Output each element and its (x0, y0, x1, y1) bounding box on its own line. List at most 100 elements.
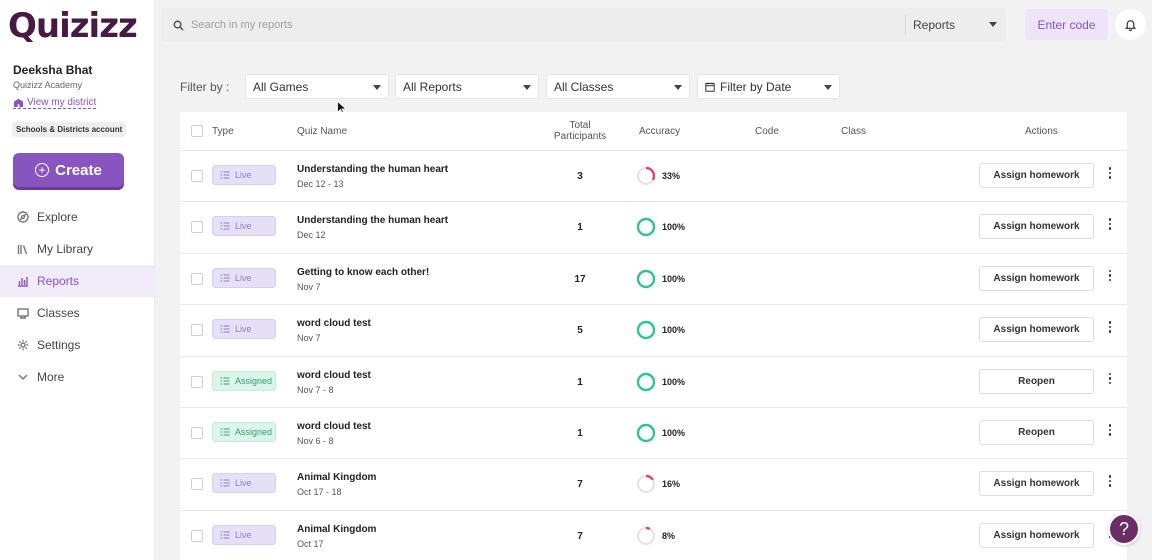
user-organization: Quizizz Academy (13, 80, 83, 90)
accuracy-value: 100% (662, 376, 686, 387)
sidebar-item-classes[interactable]: Classes (0, 297, 155, 329)
create-label: Create (55, 161, 102, 179)
games-filter-dropdown[interactable]: All Games (245, 74, 389, 99)
quiz-name-link[interactable]: Getting to know each other! (297, 267, 429, 278)
accuracy-ring-fill (636, 218, 656, 237)
select-all-checkbox[interactable] (191, 125, 203, 137)
more-options-icon[interactable] (1105, 422, 1115, 438)
quiz-date: Nov 6 - 8 (297, 436, 334, 446)
participant-count: 7 (577, 530, 583, 542)
table-row[interactable]: Assigned word cloud test Nov 6 - 8 1 100% Reo… (180, 407, 1127, 458)
classes-filter-dropdown[interactable]: All Classes (546, 74, 690, 99)
row-checkbox[interactable] (191, 221, 203, 234)
assign-homework-button[interactable]: Assign homework (979, 471, 1094, 497)
more-options-icon[interactable] (1105, 268, 1115, 284)
accuracy-ring-fill (636, 269, 656, 288)
create-button[interactable]: + Create (13, 153, 124, 187)
participant-count: 7 (577, 479, 583, 491)
quiz-name-link[interactable]: Understanding the human heart (297, 215, 448, 226)
accuracy-ring (636, 372, 656, 391)
table-row[interactable]: Live word cloud test Nov 7 5 100% Assign home… (180, 304, 1127, 355)
row-checkbox[interactable] (191, 324, 203, 337)
more-options-icon[interactable] (1105, 216, 1115, 232)
compass-icon (17, 211, 29, 223)
table-row[interactable]: Live Getting to know each other! Nov 7 17 10… (180, 252, 1127, 304)
row-checkbox[interactable] (191, 170, 203, 182)
participant-count: 5 (577, 325, 583, 337)
assign-homework-button[interactable]: Assign homework (979, 163, 1094, 188)
type-badge: Assigned (212, 370, 276, 391)
accuracy-value: 100% (662, 222, 686, 233)
table-row[interactable]: Live Understanding the human heart Dec 12 1… (180, 201, 1127, 252)
accuracy-value: 100% (662, 428, 686, 438)
classes-icon (17, 308, 29, 319)
type-label: Live (235, 272, 252, 283)
table-row[interactable]: Live Understanding the human heart Dec 12 … (180, 150, 1127, 201)
assign-homework-button[interactable]: Assign homework (979, 214, 1094, 240)
row-checkbox[interactable] (191, 478, 203, 491)
sidebar-item-explore[interactable]: Explore (0, 201, 155, 233)
games-filter-value: All Games (253, 79, 309, 94)
list-icon (220, 222, 230, 230)
library-icon (17, 245, 28, 255)
reopen-button[interactable]: Reopen (979, 368, 1094, 394)
type-label: Live (235, 221, 252, 232)
list-icon (220, 531, 230, 539)
more-options-icon[interactable] (1105, 371, 1115, 387)
sidebar-item-reports[interactable]: Reports (0, 265, 155, 297)
quiz-name-link[interactable]: Animal Kingdom (297, 524, 376, 535)
accuracy-ring-fill (636, 423, 656, 443)
type-badge: Live (212, 473, 276, 494)
notifications-button[interactable] (1115, 9, 1146, 40)
type-label: Live (235, 478, 252, 489)
quiz-name-link[interactable]: Understanding the human heart (297, 164, 448, 175)
accuracy-ring-fill (636, 320, 656, 340)
row-checkbox[interactable] (191, 529, 203, 542)
accuracy-value: 100% (662, 325, 686, 336)
calendar-icon (705, 82, 715, 92)
quiz-name-link[interactable]: word cloud test (297, 370, 371, 381)
more-options-icon[interactable] (1105, 319, 1115, 335)
assign-homework-button[interactable]: Assign homework (979, 317, 1094, 343)
quizizz-logo[interactable]: Quizizz (8, 6, 138, 46)
accuracy-value: 100% (662, 273, 686, 284)
sidebar-item-my-library[interactable]: My Library (0, 233, 155, 265)
table-row[interactable]: Assigned word cloud test Nov 7 - 8 1 100% Reo… (180, 355, 1127, 407)
enter-code-button[interactable]: Enter code (1025, 9, 1108, 40)
accuracy-ring-fill (636, 372, 656, 391)
reports-filter-dropdown[interactable]: All Reports (395, 74, 539, 99)
date-filter-dropdown[interactable]: Filter by Date (697, 74, 840, 99)
sidebar-item-more[interactable]: More (0, 361, 155, 393)
row-checkbox[interactable] (191, 375, 203, 388)
row-checkbox[interactable] (191, 272, 203, 285)
table-row[interactable]: Live Animal Kingdom Oct 17 - 18 7 16% Assign … (180, 458, 1127, 509)
chevron-down-icon (18, 374, 28, 380)
quiz-name-link[interactable]: word cloud test (297, 421, 371, 432)
assign-homework-button[interactable]: Assign homework (979, 265, 1094, 291)
table-row[interactable]: Live Animal Kingdom Oct 17 7 8% Assign homewo… (180, 509, 1127, 560)
reopen-button[interactable]: Reopen (979, 420, 1094, 445)
list-icon (220, 377, 230, 385)
search-input[interactable] (191, 19, 891, 31)
account-type-badge: Schools & Districts account (12, 122, 127, 137)
list-icon (220, 428, 230, 436)
more-options-icon[interactable] (1105, 165, 1115, 181)
filter-label: Filter by : (180, 80, 230, 94)
user-name: Deeksha Bhat (13, 63, 93, 77)
caret-down-icon (989, 22, 997, 27)
caret-down-icon (373, 85, 381, 90)
more-options-icon[interactable] (1105, 473, 1115, 489)
type-label: Live (235, 324, 252, 335)
quiz-name-link[interactable]: word cloud test (297, 318, 371, 329)
row-checkbox[interactable] (191, 427, 203, 439)
help-button[interactable]: ? (1108, 513, 1140, 545)
type-label: Assigned (235, 375, 273, 386)
sidebar-nav: Explore My Library Reports Classes Setti… (0, 201, 155, 393)
quiz-name-link[interactable]: Animal Kingdom (297, 472, 376, 483)
type-badge: Live (212, 524, 276, 545)
assign-homework-button[interactable]: Assign homework (979, 522, 1094, 548)
search-scope-dropdown[interactable]: Reports (905, 15, 1005, 35)
view-district-link[interactable]: View my district (13, 97, 97, 109)
sidebar-item-settings[interactable]: Settings (0, 329, 155, 361)
date-filter-value: Filter by Date (720, 79, 792, 94)
